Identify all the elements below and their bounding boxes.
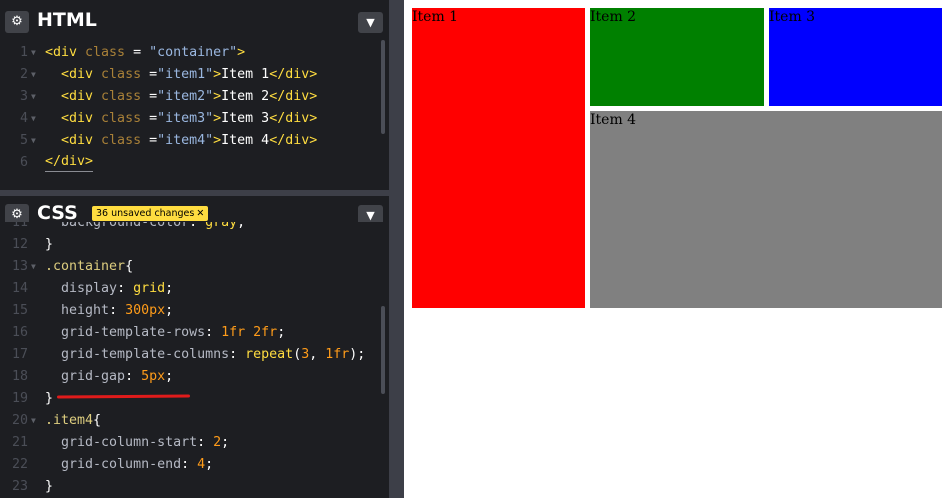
gear-icon[interactable]: ⚙ [5,11,29,33]
line-number: 5 [19,133,28,148]
code-line[interactable]: 20 ▼ .item4{ [0,410,389,432]
line-number: 18 [11,369,28,384]
code-line[interactable]: 17 grid-template-columns: repeat(3, 1fr)… [0,344,389,366]
fold-arrow-icon[interactable]: ▼ [31,130,36,152]
grid-item-1: Item 1 [412,8,585,308]
line-number: 14 [11,281,28,296]
code-line[interactable]: 23} [0,476,389,498]
html-editor-scrollbar[interactable] [381,40,385,134]
code-line[interactable]: 21 grid-column-start: 2; [0,432,389,454]
line-number: 20 [11,413,28,428]
code-text: <div class = "container"> [45,45,246,60]
code-line[interactable]: 19} [0,388,389,410]
code-text: } [45,479,54,494]
close-icon[interactable]: ✕ [196,208,204,219]
code-line[interactable]: 1 ▼ <div class = "container"> [0,42,389,64]
code-line[interactable]: 14 display: grid; [0,278,389,300]
code-line[interactable]: 11 background-color: gray; [0,222,389,234]
code-text: <div class ="item2">Item 2</div> [61,89,318,104]
grid-item-label: Item 4 [590,112,637,128]
line-number: 11 [11,222,28,230]
line-number: 6 [19,155,28,170]
code-text: </div> [45,153,94,172]
code-line[interactable]: 3 ▼ <div class ="item2">Item 2</div> [0,86,389,108]
line-number: 4 [19,111,28,126]
line-number: 19 [11,391,28,406]
css-editor-scrollbar[interactable] [381,306,385,394]
line-number: 13 [11,259,28,274]
fold-arrow-icon[interactable]: ▼ [31,86,36,108]
html-panel-header: ⚙ HTML ▼ [0,3,389,39]
code-text: <div class ="item4">Item 4</div> [61,133,318,148]
html-code-editor[interactable]: 1 ▼ <div class = "container"> 2 ▼ <div class… [0,42,389,190]
code-text: .item4{ [45,413,102,428]
code-line[interactable]: 13 ▼ .container{ [0,256,389,278]
code-text: height: 300px; [61,303,174,318]
code-line[interactable]: 2 ▼ <div class ="item1">Item 1</div> [0,64,389,86]
code-text: grid-template-rows: 1fr 2fr; [61,325,286,340]
unsaved-changes-badge[interactable]: 36 unsaved changes ✕ [92,206,209,221]
grid-item-label: Item 2 [590,9,637,25]
code-line[interactable]: 5 ▼ <div class ="item4">Item 4</div> [0,130,389,152]
grid-item-label: Item 1 [412,9,459,25]
code-text: .container{ [45,259,134,274]
css-panel-title: CSS [37,202,78,224]
code-text: display: grid; [61,281,174,296]
line-number: 2 [19,67,28,82]
line-number: 1 [19,45,28,60]
line-number: 15 [11,303,28,318]
code-text: grid-template-columns: repeat(3, 1fr); [61,347,366,362]
code-line[interactable]: 15 height: 300px; [0,300,389,322]
grid-item-label: Item 3 [769,9,816,25]
grid-item-4: Item 4 [590,111,942,308]
grid-item-2: Item 2 [590,8,764,106]
line-number: 23 [11,479,28,494]
line-number: 22 [11,457,28,472]
pane-divider[interactable] [389,0,404,498]
code-text: <div class ="item1">Item 1</div> [61,67,318,82]
html-panel-title: HTML [37,9,97,31]
code-line[interactable]: 4 ▼ <div class ="item3">Item 3</div> [0,108,389,130]
chevron-down-icon[interactable]: ▼ [358,12,383,33]
line-number: 16 [11,325,28,340]
fold-arrow-icon[interactable]: ▼ [31,108,36,130]
badge-label: 36 unsaved changes [96,208,195,219]
code-line[interactable]: 12} [0,234,389,256]
code-text: } [45,237,54,252]
code-text: grid-gap: 5px; [61,369,174,384]
code-line[interactable]: 18 grid-gap: 5px; [0,366,389,388]
grid-item-3: Item 3 [769,8,942,106]
code-text: background-color: gray; [61,222,246,230]
line-number: 3 [19,89,28,104]
fold-arrow-icon[interactable]: ▼ [31,256,36,278]
editor-column: ⚙ HTML ▼ 1 ▼ <div class = "container"> 2 ▼ <… [0,0,389,498]
code-text: } [45,391,54,406]
code-line[interactable]: 22 grid-column-end: 4; [0,454,389,476]
code-text: grid-column-start: 2; [61,435,230,450]
line-number: 21 [11,435,28,450]
code-text: grid-column-end: 4; [61,457,214,472]
line-number: 17 [11,347,28,362]
result-preview: Item 1 Item 2 Item 3 Item 4 [404,0,951,498]
code-text: <div class ="item3">Item 3</div> [61,111,318,126]
code-line[interactable]: 16 grid-template-rows: 1fr 2fr; [0,322,389,344]
fold-arrow-icon[interactable]: ▼ [31,64,36,86]
fold-arrow-icon[interactable]: ▼ [31,42,36,64]
fold-arrow-icon[interactable]: ▼ [31,410,36,432]
line-number: 12 [11,237,28,252]
code-line[interactable]: 6 </div> [0,152,389,174]
css-code-editor[interactable]: 11 background-color: gray; 12} 13 ▼ .contain… [0,222,389,498]
